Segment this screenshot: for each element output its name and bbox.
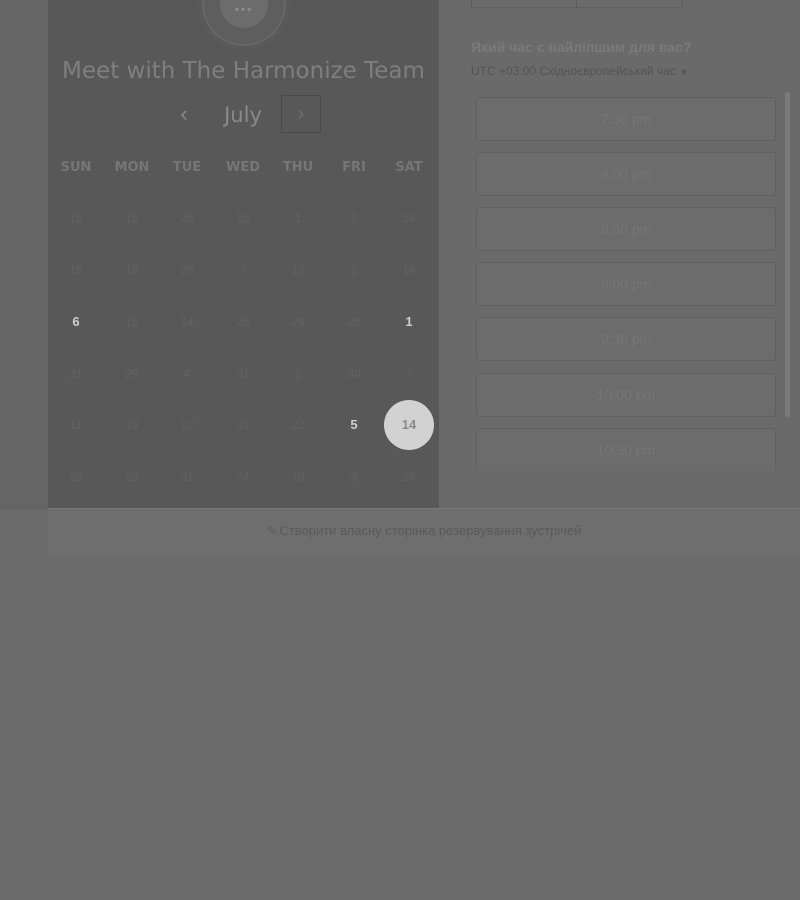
calendar-day: 24 [236,470,250,484]
time-slot-button[interactable]: 10:30 pm [476,428,776,470]
calendar-week: 20 23 21 24 19 9 25 [48,467,439,487]
weekday-tue: TUE [172,160,202,175]
weekday-wed: WED [225,160,260,175]
time-slot-button[interactable]: 9:30 pm [476,317,776,361]
footer-link-text: Створити власну сторінка резервування зу… [279,523,582,538]
pencil-icon: ✎ [266,523,278,538]
caret-down-icon: ▼ [679,67,689,77]
calendar-day: 15 [125,211,139,225]
time-selection-panel: Який час є найліпшим для вас? UTC +03:00… [471,0,791,470]
calendar-week: 15 19 26 7 12 8 16 [48,260,439,280]
calendar-day: 16 [236,211,250,225]
weekday-header: SUN MON TUE WED THU FRI SAT [48,158,439,178]
create-booking-page-link[interactable]: ✎ Створити власну сторінка резервування з… [48,523,800,539]
calendar-day: 22 [291,418,305,432]
calendar-week: 6 15 14 26 29 20 1 [48,312,439,332]
calendar-day: 1 [294,211,302,225]
calendar-day: 30 [347,367,361,381]
calendar-day: 15 [69,263,83,277]
timezone-selector[interactable]: UTC +03:00 Східноєвропейський час ▼ [471,64,689,78]
prev-month-button[interactable]: ‹ [173,95,195,135]
calendar-week: 11 19 12 31 22 5 14 [48,415,439,435]
calendar-day: 19 [125,418,139,432]
calendar-day: 29 [125,367,139,381]
calendar-day: 16 [402,263,416,277]
calendar-day-selected[interactable]: 14 [381,415,437,435]
side-strip [0,0,48,510]
weekday-mon: MON [114,160,150,175]
calendar-day: 26 [180,211,194,225]
tab-divider [576,0,577,8]
calendar-day-available[interactable]: 5 [326,415,382,435]
calendar-day: 19 [125,263,139,277]
calendar-day: 25 [402,470,416,484]
footer: ✎ Створити власну сторінка резервування з… [48,508,800,554]
calendar-day: 15 [69,211,83,225]
calendar-day: 23 [125,470,139,484]
calendar-day: 29 [291,315,305,329]
calendar-day: 8 [294,367,302,381]
calendar-week: 31 29 4 31 8 30 7 [48,364,439,384]
time-slot-scrollbar[interactable] [784,92,791,417]
page-title: Meet with The Harmonize Team [62,58,425,84]
calendar-day: 26 [236,315,250,329]
time-slot-button[interactable]: 10:00 pm [476,373,776,417]
calendar-day: 31 [236,367,250,381]
weekday-sun: SUN [60,160,92,175]
weekday-thu: THU [282,160,314,175]
month-label: July [224,103,262,127]
timezone-label: UTC +03:00 Східноєвропейський час [471,64,676,78]
time-slot-button[interactable]: 8:00 pm [476,152,776,196]
scrollbar-thumb[interactable] [785,92,790,417]
calendar-day: 31 [236,418,250,432]
calendar-day: 4 [183,367,191,381]
calendar-day: 19 [291,470,305,484]
weekday-fri: FRI [342,160,366,175]
next-month-button[interactable]: › [281,95,321,133]
calendar-day: 11 [69,418,83,432]
calendar-day: 14 [402,211,416,225]
calendar-day: 21 [180,470,194,484]
weekday-sat: SAT [395,160,423,175]
calendar-day: 20 [347,315,361,329]
calendar-day: 31 [69,367,83,381]
calendar-week: 15 15 26 16 1 8 14 [48,208,439,228]
calendar-day: 15 [125,315,139,329]
calendar-day: 8 [350,263,358,277]
time-question: Який час є найліпшим для вас? [471,39,692,55]
calendar-day: 12 [291,263,305,277]
logo-dots: ••• [234,2,254,16]
calendar-day-available[interactable]: 1 [381,312,437,332]
time-slot-list: 7:30 pm 8:00 pm 8:30 pm 9:00 pm 9:30 pm … [471,92,783,470]
month-navigation: ‹ July › [48,95,439,135]
time-slot-button[interactable]: 8:30 pm [476,207,776,251]
top-tabs [471,0,683,8]
calendar-day: 26 [180,263,194,277]
calendar-day: 7 [405,367,413,381]
time-slot-button[interactable]: 7:30 pm [476,97,776,141]
calendar-day: 7 [239,263,247,277]
calendar-day: 9 [350,470,358,484]
calendar-day: 14 [180,315,194,329]
calendar-day-available[interactable]: 6 [48,312,104,332]
calendar-day: 8 [350,211,358,225]
calendar-day: 12 [180,418,194,432]
calendar-day: 20 [69,470,83,484]
time-slot-button[interactable]: 9:00 pm [476,262,776,306]
